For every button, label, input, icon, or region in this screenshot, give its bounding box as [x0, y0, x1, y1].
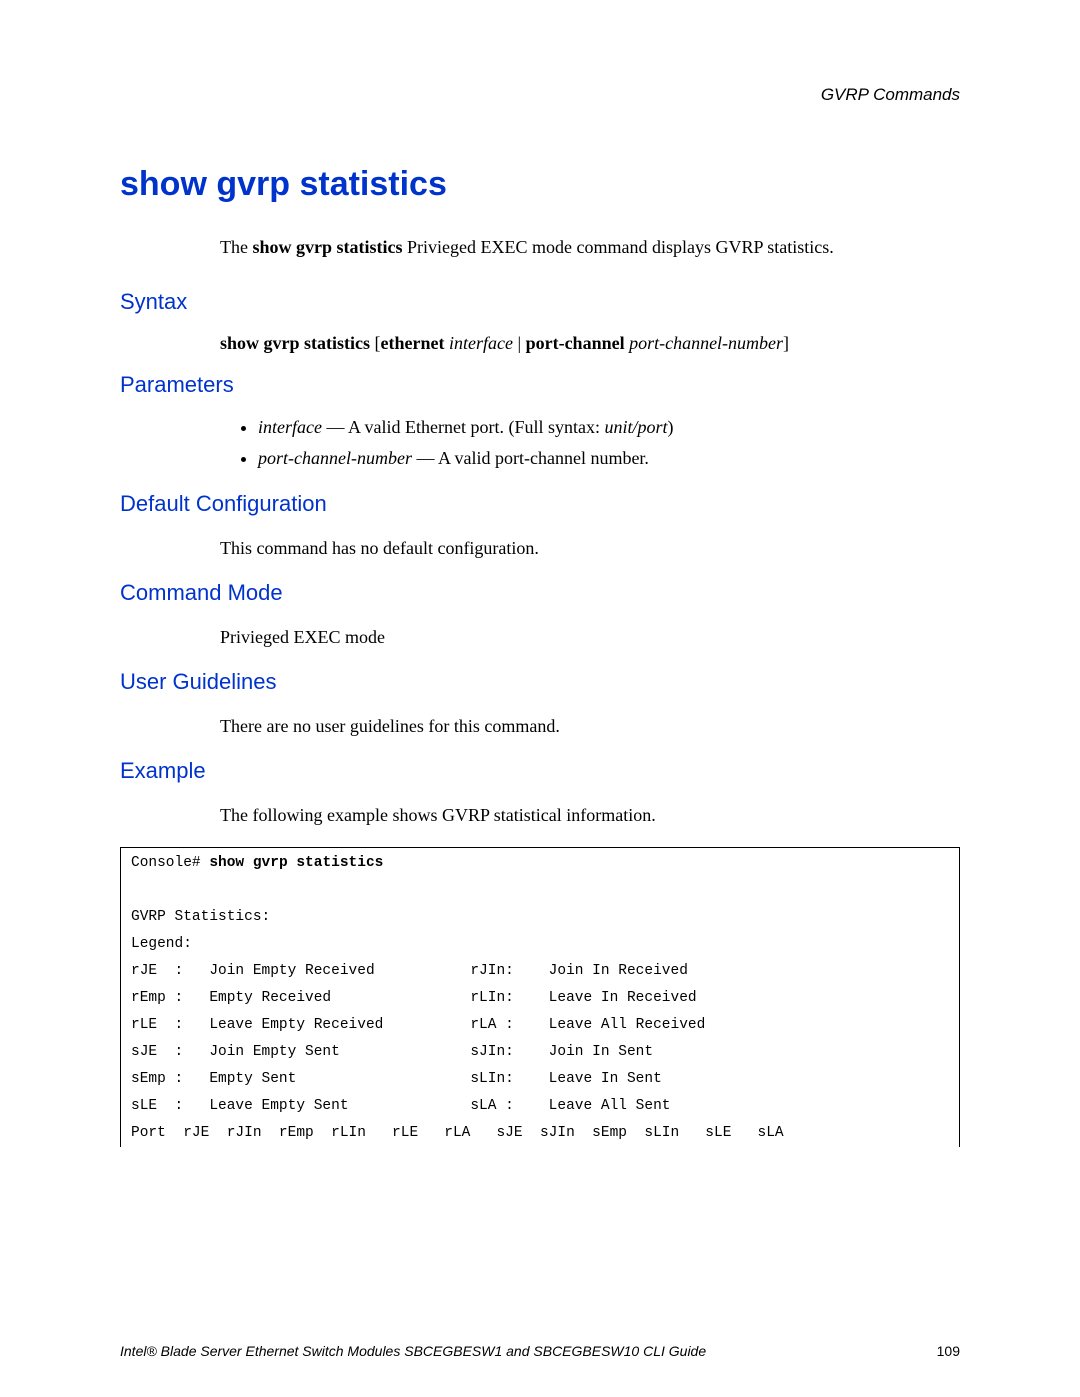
lead-pre: The	[220, 237, 252, 257]
parameters-list: interface — A valid Ethernet port. (Full…	[240, 412, 960, 473]
example-lead: The following example shows GVRP statist…	[220, 802, 960, 829]
heading-syntax: Syntax	[120, 289, 960, 315]
page-title: show gvrp statistics	[120, 165, 960, 204]
syntax-kw3: port-channel	[526, 333, 625, 353]
console-prompt: Console#	[131, 855, 209, 871]
param-item: port-channel-number — A valid port-chann…	[258, 443, 960, 474]
heading-user-guidelines: User Guidelines	[120, 669, 960, 695]
syntax-kw2: ethernet	[381, 333, 445, 353]
user-guidelines-text: There are no user guidelines for this co…	[220, 713, 960, 740]
console-command: show gvrp statistics	[209, 855, 383, 871]
syntax-kw1: show gvrp statistics	[220, 333, 370, 353]
syntax-br2: ]	[783, 333, 789, 353]
heading-example: Example	[120, 758, 960, 784]
example-line: GVRP Statistics:	[131, 909, 270, 925]
param-name: port-channel-number	[258, 448, 412, 468]
example-output: Console# show gvrp statistics GVRP Stati…	[120, 847, 960, 1147]
param-dash: —	[412, 448, 438, 468]
syntax-line: show gvrp statistics [ethernet interface…	[220, 333, 960, 354]
param-desc-i: unit/port	[604, 417, 667, 437]
example-line: rEmp : Empty Received rLIn: Leave In Rec…	[131, 990, 697, 1006]
syntax-arg1: interface	[449, 333, 513, 353]
heading-parameters: Parameters	[120, 372, 960, 398]
param-name: interface	[258, 417, 322, 437]
footer-text: Intel® Blade Server Ethernet Switch Modu…	[120, 1343, 706, 1359]
param-desc-b: )	[667, 417, 673, 437]
param-desc-a: A valid Ethernet port. (Full syntax:	[348, 417, 604, 437]
example-line: sJE : Join Empty Sent sJIn: Join In Sent	[131, 1044, 653, 1060]
example-line: sEmp : Empty Sent sLIn: Leave In Sent	[131, 1071, 662, 1087]
heading-command-mode: Command Mode	[120, 580, 960, 606]
lead-post: Privieged EXEC mode command displays GVR…	[403, 237, 834, 257]
lead-paragraph: The show gvrp statistics Privieged EXEC …	[220, 234, 960, 261]
page: GVRP Commands show gvrp statistics The s…	[0, 0, 1080, 1397]
default-config-text: This command has no default configuratio…	[220, 535, 960, 562]
example-line: rLE : Leave Empty Received rLA : Leave A…	[131, 1017, 705, 1033]
example-line: Legend:	[131, 936, 192, 952]
param-item: interface — A valid Ethernet port. (Full…	[258, 412, 960, 443]
running-header: GVRP Commands	[120, 85, 960, 105]
heading-default-config: Default Configuration	[120, 491, 960, 517]
example-line: Port rJE rJIn rEmp rLIn rLE rLA sJE sJIn…	[131, 1125, 784, 1141]
example-line: sLE : Leave Empty Sent sLA : Leave All S…	[131, 1098, 671, 1114]
param-desc-a: A valid port-channel number.	[438, 448, 649, 468]
command-mode-text: Privieged EXEC mode	[220, 624, 960, 651]
syntax-pipe: |	[513, 333, 526, 353]
syntax-arg2: port-channel-number	[629, 333, 783, 353]
page-footer: Intel® Blade Server Ethernet Switch Modu…	[120, 1343, 960, 1359]
param-dash: —	[322, 417, 348, 437]
lead-cmd: show gvrp statistics	[252, 237, 402, 257]
example-line: rJE : Join Empty Received rJIn: Join In …	[131, 963, 688, 979]
page-number: 109	[937, 1343, 960, 1359]
syntax-br1: [	[370, 333, 381, 353]
